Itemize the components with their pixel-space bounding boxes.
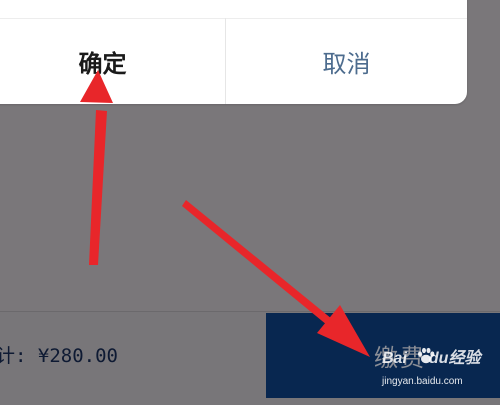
- total-amount: ¥280.00: [37, 345, 118, 367]
- confirm-dialog: 确定 取消: [0, 0, 467, 104]
- confirm-button[interactable]: 确定: [0, 19, 225, 104]
- cancel-button[interactable]: 取消: [226, 19, 467, 104]
- total-price: 计: ¥280.00: [0, 340, 118, 372]
- watermark-logo-left: Bai: [382, 350, 407, 367]
- total-label: 计:: [0, 345, 38, 367]
- watermark-logo-right: du经验: [428, 350, 481, 367]
- watermark-url: jingyan.baidu.com: [382, 376, 463, 387]
- paw-icon: [418, 347, 435, 364]
- baidu-jingyan-watermark: Bai du经验 jingyan.baidu.com: [382, 344, 496, 400]
